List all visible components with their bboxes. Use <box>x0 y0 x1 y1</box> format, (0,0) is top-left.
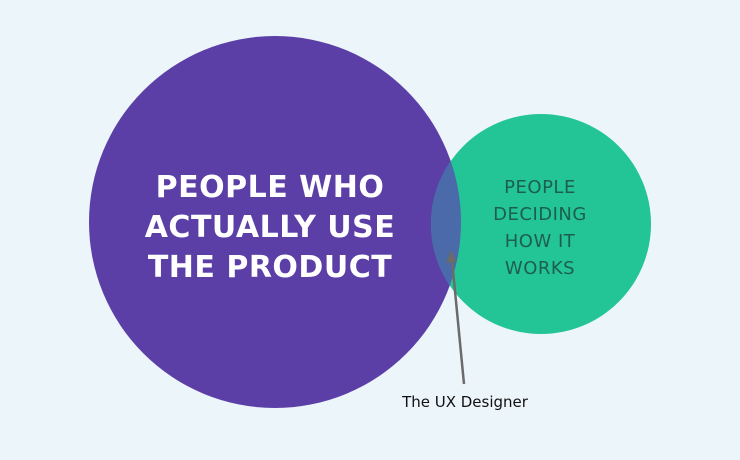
left-set-label: PEOPLE WHO ACTUALLY USE THE PRODUCT <box>144 170 396 285</box>
overlap-annotation: The UX Designer <box>402 393 528 411</box>
right-set-label: PEOPLE DECIDING HOW IT WORKS <box>493 177 587 279</box>
venn-diagram: PEOPLE WHO ACTUALLY USE THE PRODUCT PEOP… <box>0 0 740 460</box>
